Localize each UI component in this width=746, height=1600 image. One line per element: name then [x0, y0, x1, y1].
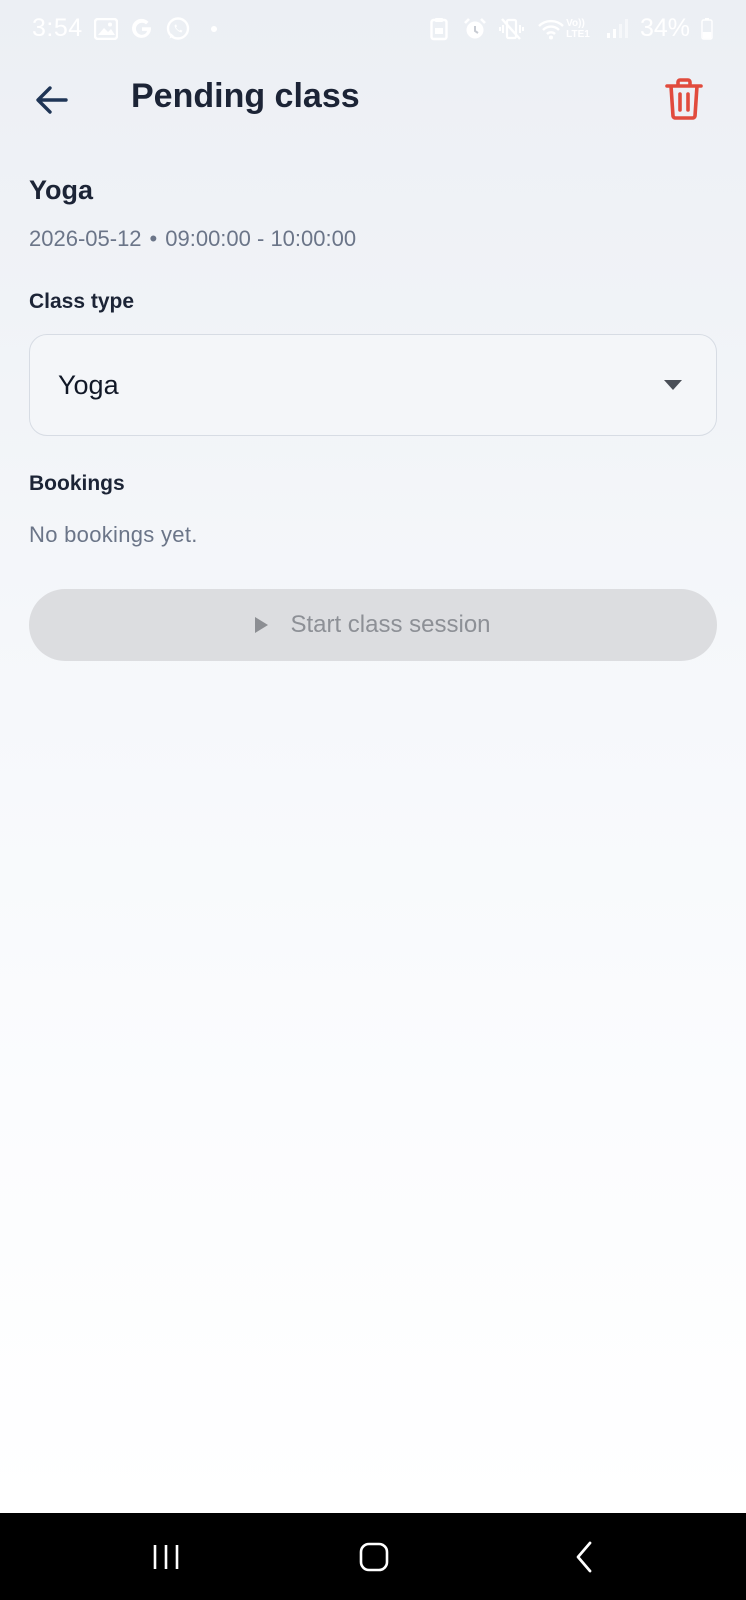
volte-label: Vo)): [566, 17, 585, 29]
battery-icon: [700, 16, 714, 42]
class-type-label: Class type: [29, 290, 135, 313]
lte-label: LTE1: [566, 28, 590, 40]
start-class-session-label: Start class session: [290, 611, 491, 638]
clipboard-icon: [426, 16, 452, 42]
volte-signal-icon: [604, 16, 630, 42]
class-name: Yoga: [29, 175, 94, 205]
delete-button[interactable]: [660, 74, 708, 124]
gallery-icon: [93, 16, 119, 42]
dot-icon: [201, 16, 227, 42]
trash-icon: [665, 78, 703, 120]
recents-icon: [153, 1545, 179, 1569]
status-bar: 3:54 Vo)) LTE1 34%: [0, 0, 746, 56]
status-time: 3:54: [32, 14, 83, 42]
class-schedule: 2026-05-12 • 09:00:00 - 10:00:00: [29, 226, 356, 252]
class-type-dropdown[interactable]: Yoga: [29, 334, 717, 436]
meta-separator: •: [149, 226, 158, 251]
page-title: Pending class: [131, 77, 360, 115]
system-nav-bar: [0, 1513, 746, 1600]
recents-button[interactable]: [138, 1535, 194, 1579]
bookings-label: Bookings: [29, 472, 125, 495]
bookings-empty-message: No bookings yet.: [29, 522, 198, 547]
dropdown-caret-icon: [664, 380, 682, 390]
status-right: Vo)) LTE1 34%: [426, 14, 714, 43]
chevron-left-icon: [576, 1541, 592, 1573]
alarm-icon: [462, 16, 488, 42]
play-icon: [255, 617, 269, 633]
app-bar: Pending class: [0, 64, 746, 134]
whatsapp-icon: [165, 16, 191, 42]
arrow-left-icon: [36, 86, 68, 114]
back-button[interactable]: [30, 78, 74, 122]
class-time-range: 09:00:00 - 10:00:00: [165, 226, 357, 251]
system-back-button[interactable]: [556, 1535, 612, 1579]
home-button[interactable]: [346, 1535, 402, 1579]
wifi-icon: Vo)) LTE1: [534, 16, 594, 42]
start-class-session-button[interactable]: Start class session: [29, 589, 717, 661]
class-type-selected-value: Yoga: [58, 370, 119, 400]
vibrate-icon: [498, 16, 524, 42]
home-icon: [359, 1542, 389, 1572]
google-icon: [129, 16, 155, 42]
class-date: 2026-05-12: [29, 226, 142, 251]
battery-percentage: 34%: [639, 14, 690, 42]
status-left: 3:54: [32, 14, 227, 43]
